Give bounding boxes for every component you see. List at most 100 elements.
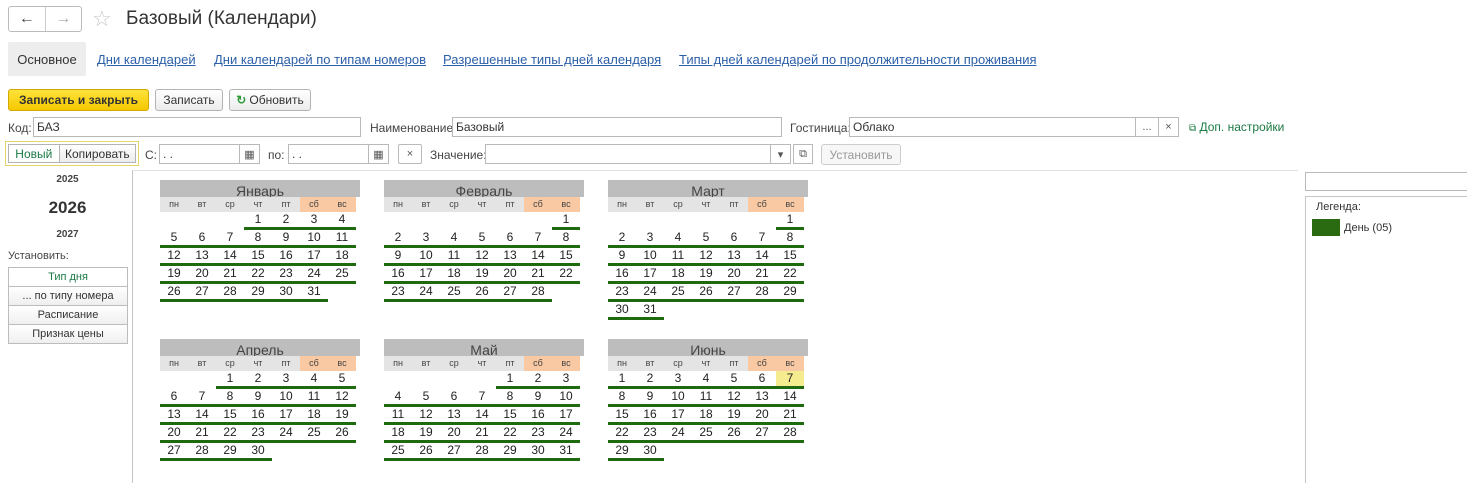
calendar-day[interactable]: 2: [244, 371, 272, 389]
calendar-day[interactable]: 29: [216, 443, 244, 461]
calendar-day[interactable]: 20: [440, 425, 468, 443]
calendar-day[interactable]: 23: [524, 425, 552, 443]
calendar-day[interactable]: 26: [412, 443, 440, 461]
calendar-day[interactable]: 26: [692, 284, 720, 302]
calendar-day[interactable]: 1: [244, 212, 272, 230]
calendar-day[interactable]: 6: [720, 230, 748, 248]
calendar-day[interactable]: 10: [636, 248, 664, 266]
calendar-day[interactable]: 28: [216, 284, 244, 302]
calendar-day[interactable]: 22: [216, 425, 244, 443]
calendar-day[interactable]: 14: [748, 248, 776, 266]
calendar-day[interactable]: 7: [216, 230, 244, 248]
set-item-day-type[interactable]: Тип дня: [8, 267, 128, 287]
calendar-day[interactable]: 14: [468, 407, 496, 425]
calendar-day[interactable]: 17: [664, 407, 692, 425]
tab-allowed-day-types[interactable]: Разрешенные типы дней календаря: [443, 52, 661, 67]
calendar-day[interactable]: 4: [384, 389, 412, 407]
calendar-day[interactable]: 8: [608, 389, 636, 407]
set-value-button[interactable]: Установить: [821, 144, 901, 165]
calendar-day[interactable]: 3: [636, 230, 664, 248]
calendar-day[interactable]: 22: [608, 425, 636, 443]
calendar-icon[interactable]: ▦: [368, 144, 389, 164]
set-item-by-room-type[interactable]: ... по типу номера: [8, 286, 128, 306]
save-and-close-button[interactable]: Записать и закрыть: [8, 89, 149, 111]
calendar-day[interactable]: 20: [720, 266, 748, 284]
calendar-day[interactable]: 25: [692, 425, 720, 443]
calendar-day[interactable]: 19: [720, 407, 748, 425]
calendar-day[interactable]: 18: [328, 248, 356, 266]
chevron-down-icon[interactable]: ▾: [770, 144, 791, 164]
calendar-day[interactable]: 25: [328, 266, 356, 284]
to-date-field[interactable]: . .: [288, 144, 369, 164]
calendar-day[interactable]: 1: [496, 371, 524, 389]
calendar-day[interactable]: 23: [608, 284, 636, 302]
calendar-day[interactable]: 5: [328, 371, 356, 389]
calendar-day[interactable]: 3: [300, 212, 328, 230]
legend-search-field[interactable]: [1305, 172, 1467, 191]
calendar-day[interactable]: 21: [748, 266, 776, 284]
calendar-day[interactable]: 11: [664, 248, 692, 266]
calendar-day[interactable]: 28: [468, 443, 496, 461]
tab-day-types-by-stay-duration[interactable]: Типы дней календарей по продолжительност…: [679, 52, 1037, 67]
calendar-day[interactable]: 5: [692, 230, 720, 248]
calendar-day[interactable]: 26: [468, 284, 496, 302]
calendar-day[interactable]: 10: [664, 389, 692, 407]
calendar-day[interactable]: 31: [552, 443, 580, 461]
calendar-day[interactable]: 5: [412, 389, 440, 407]
calendar-day[interactable]: 2: [272, 212, 300, 230]
calendar-day[interactable]: 21: [468, 425, 496, 443]
copy-button[interactable]: Копировать: [58, 144, 136, 163]
calendar-day[interactable]: 27: [748, 425, 776, 443]
calendar-day[interactable]: 26: [160, 284, 188, 302]
calendar-icon[interactable]: ▦: [239, 144, 260, 164]
calendar-day[interactable]: 11: [440, 248, 468, 266]
calendar-day[interactable]: 28: [188, 443, 216, 461]
calendar-day[interactable]: 9: [608, 248, 636, 266]
calendar-day[interactable]: 30: [608, 302, 636, 320]
calendar-day[interactable]: 7: [776, 371, 804, 389]
calendar-day[interactable]: 11: [300, 389, 328, 407]
calendar-day[interactable]: 17: [272, 407, 300, 425]
back-arrow-icon[interactable]: ←: [9, 7, 45, 31]
calendar-day[interactable]: 18: [664, 266, 692, 284]
value-field[interactable]: [485, 144, 771, 164]
calendar-day[interactable]: 9: [244, 389, 272, 407]
calendar-day[interactable]: 12: [468, 248, 496, 266]
calendar-day[interactable]: 19: [412, 425, 440, 443]
calendar-day[interactable]: 5: [468, 230, 496, 248]
calendar-day[interactable]: 11: [328, 230, 356, 248]
year-next[interactable]: 2027: [0, 229, 135, 240]
calendar-day[interactable]: 7: [748, 230, 776, 248]
calendar-day[interactable]: 26: [328, 425, 356, 443]
refresh-button[interactable]: ↻ Обновить: [229, 89, 311, 111]
calendar-day[interactable]: 17: [300, 248, 328, 266]
calendar-day[interactable]: 10: [552, 389, 580, 407]
calendar-day[interactable]: 24: [664, 425, 692, 443]
calendar-day[interactable]: 9: [384, 248, 412, 266]
calendar-day[interactable]: 10: [300, 230, 328, 248]
clear-dates-icon[interactable]: ×: [398, 144, 422, 164]
calendar-day[interactable]: 13: [496, 248, 524, 266]
calendar-day[interactable]: 29: [776, 284, 804, 302]
calendar-day[interactable]: 13: [748, 389, 776, 407]
calendar-day[interactable]: 16: [524, 407, 552, 425]
calendar-day[interactable]: 23: [384, 284, 412, 302]
calendar-day[interactable]: 30: [524, 443, 552, 461]
calendar-day[interactable]: 6: [188, 230, 216, 248]
calendar-day[interactable]: 17: [552, 407, 580, 425]
calendar-day[interactable]: 27: [496, 284, 524, 302]
calendar-day[interactable]: 2: [524, 371, 552, 389]
calendar-day[interactable]: 18: [440, 266, 468, 284]
calendar-day[interactable]: 12: [692, 248, 720, 266]
calendar-day[interactable]: 2: [608, 230, 636, 248]
calendar-day[interactable]: 25: [664, 284, 692, 302]
calendar-day[interactable]: 15: [496, 407, 524, 425]
calendar-day[interactable]: 8: [244, 230, 272, 248]
calendar-day[interactable]: 19: [692, 266, 720, 284]
new-button[interactable]: Новый: [8, 144, 60, 163]
tab-calendar-days-by-room-types[interactable]: Дни календарей по типам номеров: [214, 52, 426, 67]
calendar-day[interactable]: 12: [412, 407, 440, 425]
calendar-day[interactable]: 30: [272, 284, 300, 302]
calendar-day[interactable]: 29: [608, 443, 636, 461]
calendar-day[interactable]: 21: [216, 266, 244, 284]
